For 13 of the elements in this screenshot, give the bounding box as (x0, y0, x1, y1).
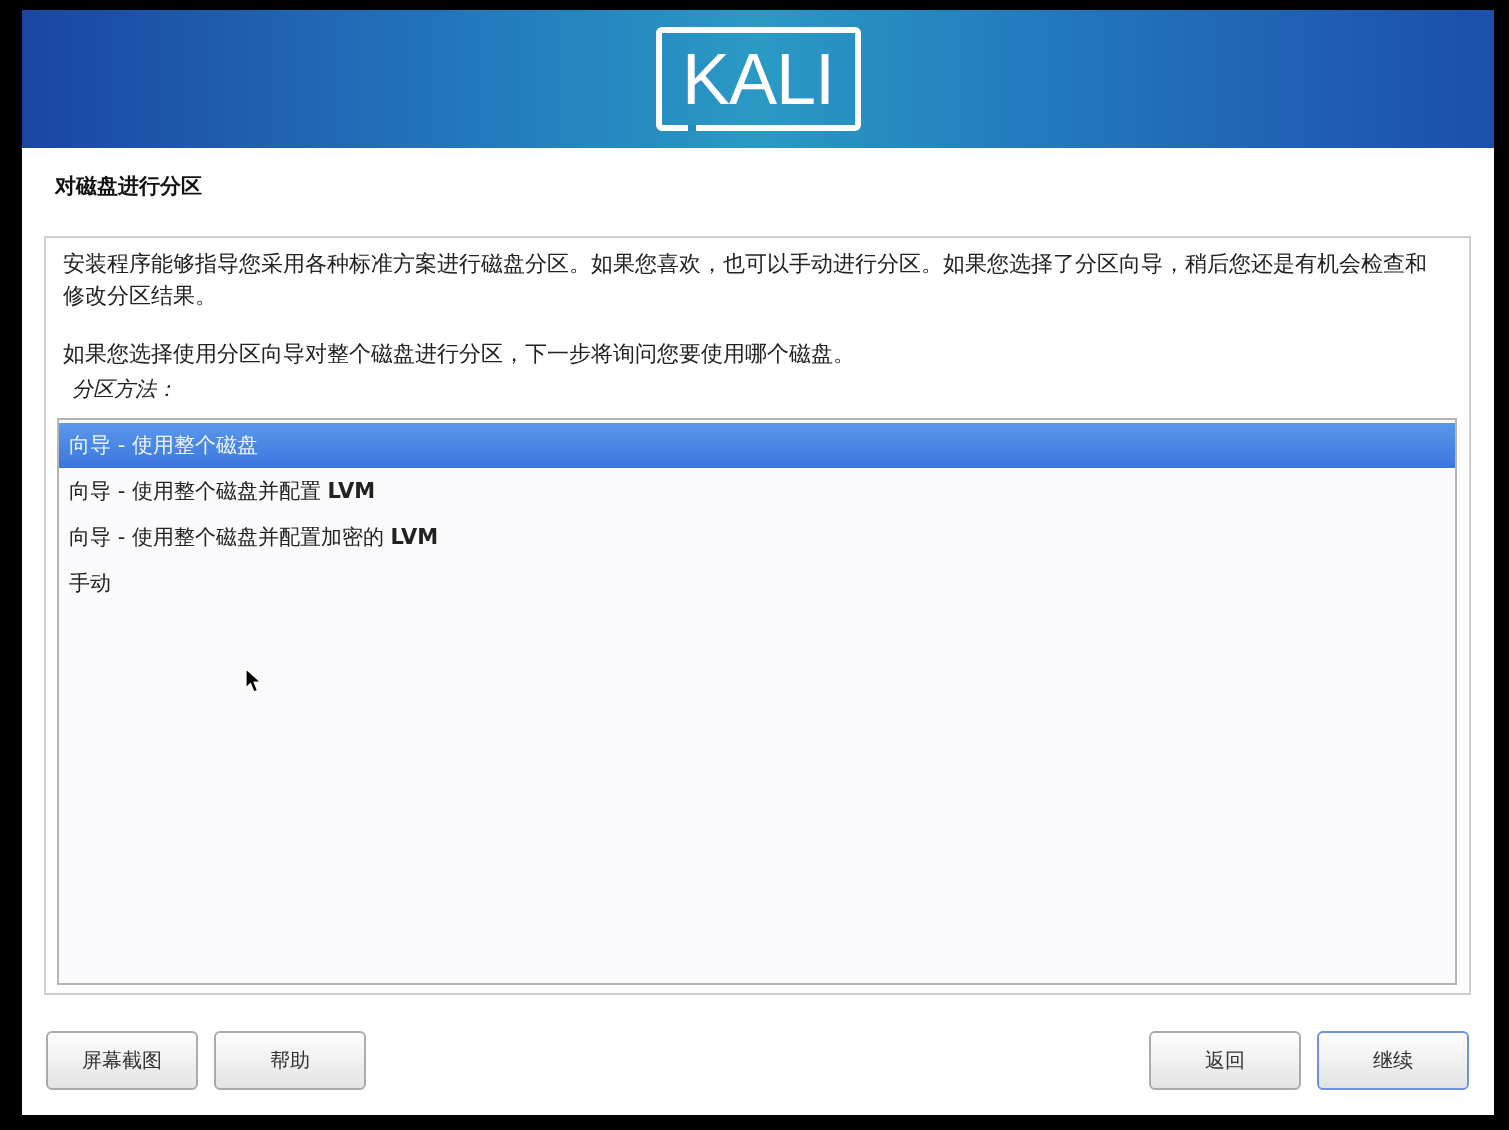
field-label: 分区方法： (72, 376, 177, 403)
mouse-pointer-icon (245, 668, 262, 694)
list-option[interactable]: 手动 (59, 561, 1455, 606)
list-option[interactable]: 向导 - 使用整个磁盘并配置加密的 LVM (59, 515, 1455, 560)
description-text: 安装程序能够指导您采用各种标准方案进行磁盘分区。如果您喜欢，也可以手动进行分区。如果您选择了分区向导，稍后您还是有机会检查和修改分区结果。 (62, 250, 1428, 310)
page-title: 对磁盘进行分区 (55, 173, 202, 200)
description-text: 如果您选择使用分区向导对整个磁盘进行分区，下一步将询问您要使用哪个磁盘。 (62, 340, 856, 368)
dialog-button[interactable]: 帮助 (214, 1031, 366, 1090)
dialog-button[interactable]: 屏幕截图 (46, 1031, 198, 1090)
dialog-button[interactable]: 继续 (1317, 1031, 1469, 1090)
kali-logo: KALI (655, 27, 861, 131)
list-option[interactable]: 向导 - 使用整个磁盘并配置 LVM (59, 469, 1455, 514)
dialog-button[interactable]: 返回 (1149, 1031, 1301, 1090)
